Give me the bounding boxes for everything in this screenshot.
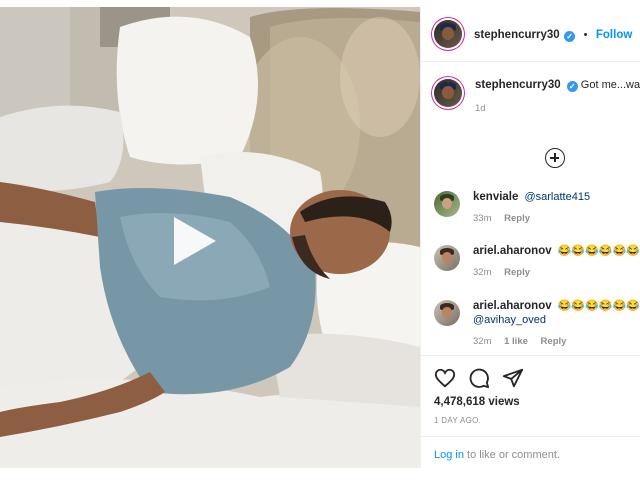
comment-item: ariel.aharonov 😂😂😂😂😂😂😂😂😂 32m Reply bbox=[421, 244, 640, 280]
comment-body: kenviale @sarlatte415 33m Reply bbox=[473, 190, 590, 226]
action-icons bbox=[434, 367, 628, 389]
comment-text: 😂😂😂😂😂😂😂😂😂 bbox=[557, 245, 640, 257]
comment-text: 😂😂😂😂😂😂 bbox=[557, 300, 640, 312]
caption-body: stephencurry30 ✓ Got me...waking up thin… bbox=[475, 78, 640, 116]
post-panel: stephencurry30 ✓ • Follow stephencurry30… bbox=[420, 7, 640, 468]
comment-meta: 33m Reply bbox=[473, 212, 590, 226]
commenter-avatar[interactable] bbox=[434, 245, 460, 271]
login-link[interactable]: Log in bbox=[434, 449, 464, 461]
author-username[interactable]: stephencurry30 bbox=[474, 29, 560, 41]
verified-badge-icon: ✓ bbox=[566, 81, 578, 92]
comment-body: ariel.aharonov 😂😂😂😂😂😂😂😂😂 32m Reply bbox=[473, 244, 640, 280]
reply-button[interactable]: Reply bbox=[504, 267, 530, 278]
comment-time: 32m bbox=[473, 336, 492, 347]
commenter-avatar[interactable] bbox=[434, 191, 460, 217]
comment-meta: 32m Reply bbox=[473, 266, 640, 280]
commenter-avatar[interactable] bbox=[434, 300, 460, 326]
comment-item: ariel.aharonov 😂😂😂😂😂😂 @avihay_oved 32m 1… bbox=[421, 299, 640, 349]
caption-time: 1d bbox=[475, 103, 486, 114]
login-suffix: to like or comment. bbox=[463, 449, 560, 461]
author-avatar[interactable] bbox=[434, 20, 462, 48]
post-header: stephencurry30 ✓ • Follow bbox=[421, 7, 640, 62]
verified-badge-icon: ✓ bbox=[564, 31, 576, 42]
caption-author-avatar[interactable] bbox=[434, 79, 462, 107]
comment-time: 32m bbox=[473, 267, 492, 278]
share-icon[interactable] bbox=[502, 367, 524, 389]
post-date: 1 DAY AGO. bbox=[434, 416, 482, 425]
comment-item: kenviale @sarlatte415 33m Reply bbox=[421, 190, 603, 226]
caption-text: Got me...waking up thinking I'm in Orlan… bbox=[580, 79, 640, 91]
comment-time: 33m bbox=[473, 213, 492, 224]
post-actions: 4,478,618 views 1 DAY AGO. Log in to lik… bbox=[421, 355, 640, 468]
comment-username[interactable]: ariel.aharonov bbox=[473, 300, 552, 312]
heart-icon[interactable] bbox=[434, 367, 456, 389]
caption-username[interactable]: stephencurry30 bbox=[475, 79, 561, 91]
comment-icon[interactable] bbox=[468, 367, 490, 389]
header-text: stephencurry30 ✓ • Follow bbox=[474, 25, 632, 43]
video-player[interactable] bbox=[0, 7, 420, 468]
like-count[interactable]: 1 like bbox=[504, 336, 528, 347]
comment-body: ariel.aharonov 😂😂😂😂😂😂 @avihay_oved 32m 1… bbox=[473, 299, 640, 349]
play-icon[interactable] bbox=[166, 213, 222, 269]
separator-dot: • bbox=[583, 29, 588, 41]
comment-username[interactable]: ariel.aharonov bbox=[473, 245, 552, 257]
follow-button[interactable]: Follow bbox=[596, 29, 632, 41]
view-count[interactable]: 4,478,618 views bbox=[434, 396, 628, 408]
comment-username[interactable]: kenviale bbox=[473, 191, 518, 203]
comment-mention[interactable]: @avihay_oved bbox=[473, 314, 546, 326]
login-prompt: Log in to like or comment. bbox=[421, 436, 640, 468]
caption: stephencurry30 ✓ Got me...waking up thin… bbox=[421, 78, 640, 116]
reply-button[interactable]: Reply bbox=[541, 336, 567, 347]
comment-text[interactable]: @sarlatte415 bbox=[524, 191, 590, 203]
plus-circle-icon[interactable] bbox=[545, 148, 565, 168]
reply-button[interactable]: Reply bbox=[504, 213, 530, 224]
comment-meta: 32m 1 like Reply bbox=[473, 335, 640, 349]
